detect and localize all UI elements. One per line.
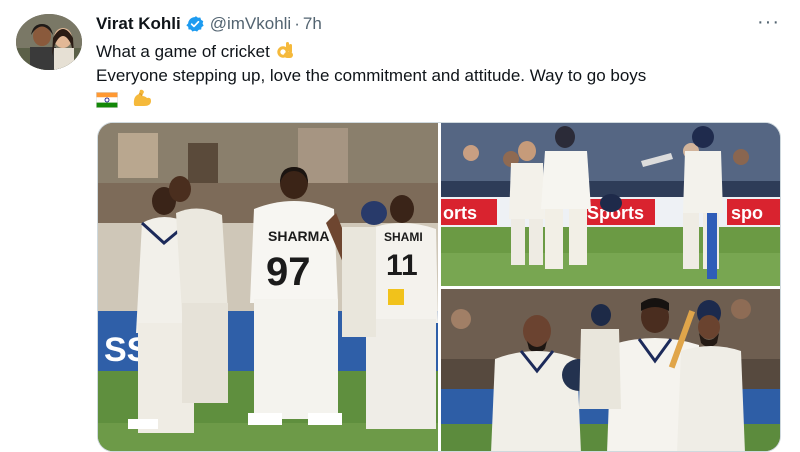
board-left-text: orts [443, 203, 477, 223]
jersey-number: 97 [266, 250, 311, 294]
tweet-line-1-text: What a game of cricket [96, 42, 270, 61]
photo-batsmen[interactable]: orts Sports spo [441, 123, 780, 286]
tweet-line-1: What a game of cricket [96, 40, 786, 64]
photo-2-image: orts Sports spo [441, 123, 780, 286]
photo-team-celebration[interactable]: SS U SHARMA 97 SHAMI [98, 123, 438, 451]
board-right-text: spo [731, 203, 763, 223]
separator-dot: · [294, 14, 300, 33]
tweet-header: Virat Kohli @imVkohli · 7h [96, 12, 322, 36]
ok-hand-icon [276, 42, 293, 58]
jersey-name-2: SHAMI [384, 230, 423, 244]
display-name[interactable]: Virat Kohli [96, 14, 181, 34]
timestamp[interactable]: 7h [303, 14, 322, 34]
flexed-biceps-icon [133, 89, 151, 106]
jersey-number-2: 11 [386, 249, 418, 282]
photo-players-smiling[interactable] [441, 289, 780, 451]
media-grid: SS U SHARMA 97 SHAMI [97, 122, 781, 452]
avatar[interactable] [16, 14, 82, 70]
tweet-line-2: Everyone stepping up, love the commitmen… [96, 66, 647, 85]
photo-1-image: SS U SHARMA 97 SHAMI [98, 123, 438, 451]
tweet-text: What a game of cricket Everyone stepping… [96, 40, 786, 112]
jersey-name: SHARMA [268, 228, 329, 244]
photo-3-image [441, 289, 780, 451]
handle[interactable]: @imVkohli [210, 14, 292, 34]
tweet-line-3 [96, 88, 786, 112]
more-options-icon[interactable]: ··· [757, 12, 780, 32]
verified-badge-icon [186, 16, 204, 32]
india-flag-icon [96, 92, 118, 108]
avatar-photo [16, 14, 82, 70]
